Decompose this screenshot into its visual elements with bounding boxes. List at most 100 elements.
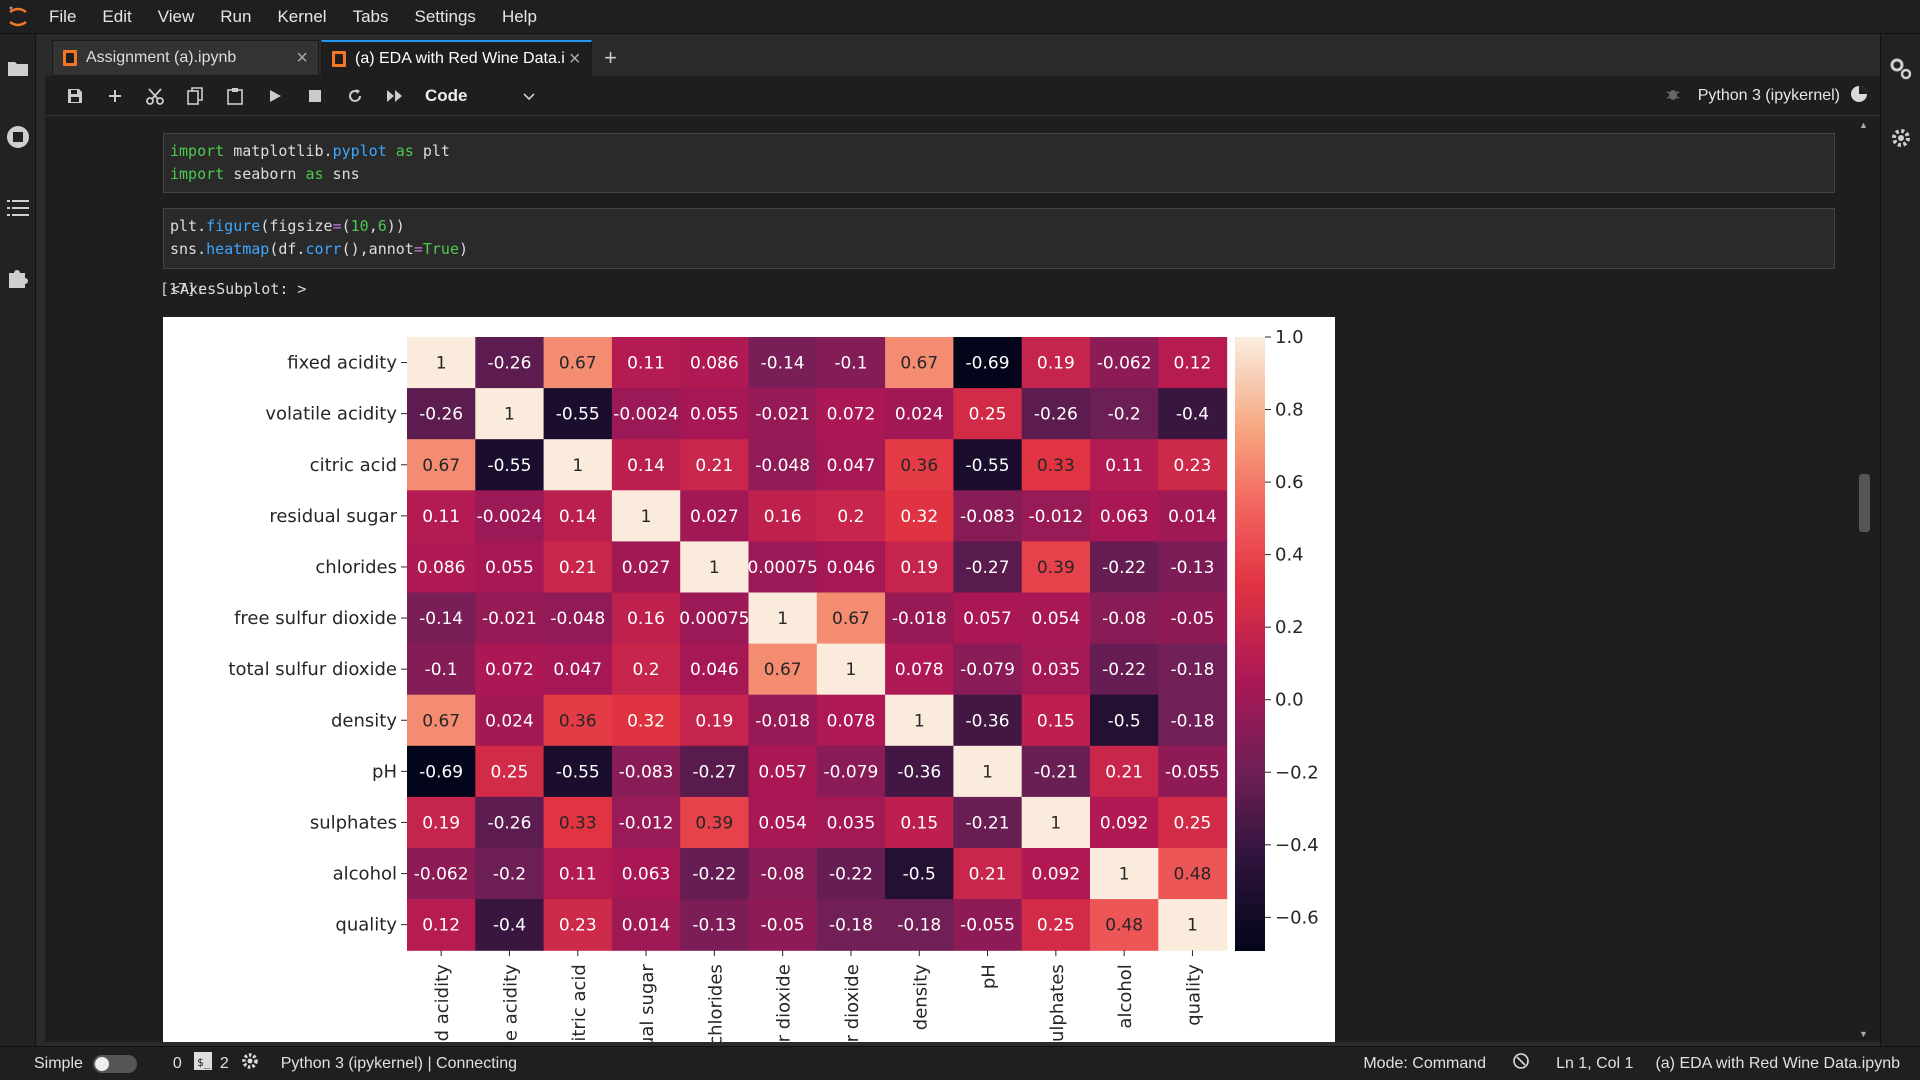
cell-annotation: -0.14 — [419, 609, 463, 629]
run-play-icon[interactable] — [255, 80, 295, 112]
y-tick-label: fixed acidity — [287, 353, 397, 374]
tab-assignment[interactable]: Assignment (a).ipynb × — [52, 40, 319, 76]
cell-annotation: 0.25 — [969, 405, 1007, 425]
cell-annotation: 0.046 — [690, 660, 739, 680]
cell-annotation: 0.67 — [422, 711, 460, 731]
cell-annotation: -0.18 — [897, 916, 941, 936]
mode-indicator[interactable]: Mode: Command — [1363, 1055, 1486, 1073]
cell-annotation: -0.26 — [1034, 405, 1078, 425]
cell-annotation: -0.055 — [1165, 762, 1220, 782]
cell-annotation: -0.083 — [960, 507, 1015, 527]
cell-annotation: 1 — [1050, 813, 1061, 833]
cell-annotation: -0.36 — [897, 762, 941, 782]
cell-annotation: 0.12 — [422, 916, 460, 936]
cursor-position[interactable]: Ln 1, Col 1 — [1556, 1055, 1633, 1073]
extensions-puzzle-icon[interactable] — [6, 266, 30, 290]
colorbar-tick-label: 0.2 — [1275, 617, 1304, 638]
kernel-sessions-gear-icon[interactable] — [241, 1052, 259, 1075]
cell-annotation: -0.2 — [493, 865, 526, 885]
cell-annotation: 0.48 — [1105, 916, 1143, 936]
copy-icon[interactable] — [175, 80, 215, 112]
colorbar-tick-label: 0.8 — [1275, 400, 1304, 421]
cell-annotation: -0.69 — [419, 762, 463, 782]
scroll-up-icon[interactable]: ▲ — [1859, 120, 1868, 130]
menu-view[interactable]: View — [145, 0, 208, 34]
y-tick-label: alcohol — [333, 864, 397, 885]
cell-annotation: -0.05 — [761, 916, 805, 936]
status-bar: Simple 0 $_ 2 Python 3 (ipykernel) | Con… — [0, 1046, 1920, 1080]
cell-annotation: 0.48 — [1174, 865, 1212, 885]
paste-clipboard-icon[interactable] — [215, 80, 255, 112]
kernel-name[interactable]: Python 3 (ipykernel) — [1698, 87, 1840, 105]
kernel-status-circle-icon — [1850, 85, 1868, 108]
cell-annotation: 0.14 — [627, 456, 665, 476]
debugger-gear-icon[interactable] — [1889, 126, 1913, 150]
menu-tabs[interactable]: Tabs — [340, 0, 402, 34]
interrupt-stop-icon[interactable] — [295, 80, 335, 112]
y-tick-label: residual sugar — [269, 506, 397, 527]
cell-annotation: -0.018 — [755, 711, 810, 731]
menu-run[interactable]: Run — [207, 0, 264, 34]
insert-cell-plus-icon[interactable] — [95, 80, 135, 112]
restart-kernel-icon[interactable] — [335, 80, 375, 112]
cell-annotation: 0.36 — [900, 456, 938, 476]
cell-annotation: -0.27 — [966, 558, 1010, 578]
simple-mode-toggle[interactable] — [92, 1054, 137, 1073]
cell-annotation: -0.4 — [493, 916, 526, 936]
cell-annotation: 0.67 — [900, 354, 938, 374]
cell-annotation: 0.078 — [895, 660, 944, 680]
running-sessions-icon[interactable] — [6, 125, 30, 149]
cell-annotation: -0.4 — [1176, 405, 1209, 425]
code-cell-17[interactable]: plt.figure(figsize=(10,6)) sns.heatmap(d… — [163, 208, 1835, 269]
cell-annotation: -0.26 — [487, 813, 531, 833]
menu-help[interactable]: Help — [489, 0, 550, 34]
cut-scissors-icon[interactable] — [135, 80, 175, 112]
cell-annotation: -0.14 — [761, 354, 805, 374]
scroll-down-icon[interactable]: ▼ — [1859, 1029, 1868, 1039]
cell-annotation: 0.00075 — [679, 609, 749, 629]
cell-annotation: -0.08 — [1102, 609, 1146, 629]
notebook-icon — [331, 50, 346, 67]
cell-annotation: 0.063 — [1100, 507, 1149, 527]
cell-annotation: -0.048 — [755, 456, 810, 476]
scrollbar-thumb[interactable] — [1859, 474, 1870, 532]
colorbar-tick-label: 1.0 — [1275, 327, 1304, 348]
cell-annotation: 0.047 — [827, 456, 876, 476]
cell-type-select[interactable]: Code — [425, 86, 535, 106]
close-icon[interactable]: × — [296, 48, 308, 68]
code-cell-16[interactable]: import matplotlib.pyplot as plt import s… — [163, 133, 1835, 193]
cell-annotation: 0.057 — [963, 609, 1012, 629]
cell-annotation: 1 — [572, 456, 583, 476]
cell-annotation: -0.079 — [824, 762, 879, 782]
cell-annotation: 1 — [1119, 865, 1130, 885]
colorbar-segment — [1235, 944, 1265, 951]
cell-annotation: -0.55 — [966, 456, 1010, 476]
notification-icon[interactable] — [1512, 1052, 1530, 1075]
tab-eda[interactable]: (a) EDA with Red Wine Data.i × — [320, 40, 592, 76]
cell-annotation: -0.08 — [761, 865, 805, 885]
terminal-icon[interactable]: $_ — [193, 1052, 212, 1075]
new-tab-plus-icon[interactable]: + — [594, 40, 628, 76]
cell-annotation: 0.046 — [827, 558, 876, 578]
save-icon[interactable] — [55, 80, 95, 112]
y-tick-label: pH — [372, 761, 397, 782]
vertical-scrollbar[interactable]: ▲ ▼ — [1855, 117, 1873, 1042]
x-tick-label: free sulfur dioxide — [774, 964, 795, 1042]
cell-annotation: 0.11 — [1105, 456, 1143, 476]
menu-settings[interactable]: Settings — [402, 0, 489, 34]
table-of-contents-icon[interactable] — [6, 196, 30, 220]
close-icon[interactable]: × — [569, 49, 581, 69]
folder-icon[interactable] — [6, 56, 30, 80]
cell-annotation: 0.15 — [900, 813, 938, 833]
property-inspector-gears-icon[interactable] — [1889, 56, 1913, 80]
cell-annotation: 0.11 — [627, 354, 665, 374]
cell-annotation: -0.055 — [960, 916, 1015, 936]
kernel-status-text[interactable]: Python 3 (ipykernel) | Connecting — [281, 1055, 517, 1073]
cell-annotation: 0.055 — [690, 405, 739, 425]
bug-debugger-icon[interactable] — [1666, 86, 1680, 107]
menu-file[interactable]: File — [36, 0, 89, 34]
cell-annotation: -0.27 — [692, 762, 736, 782]
restart-run-all-icon[interactable] — [375, 80, 415, 112]
menu-edit[interactable]: Edit — [89, 0, 144, 34]
menu-kernel[interactable]: Kernel — [264, 0, 339, 34]
